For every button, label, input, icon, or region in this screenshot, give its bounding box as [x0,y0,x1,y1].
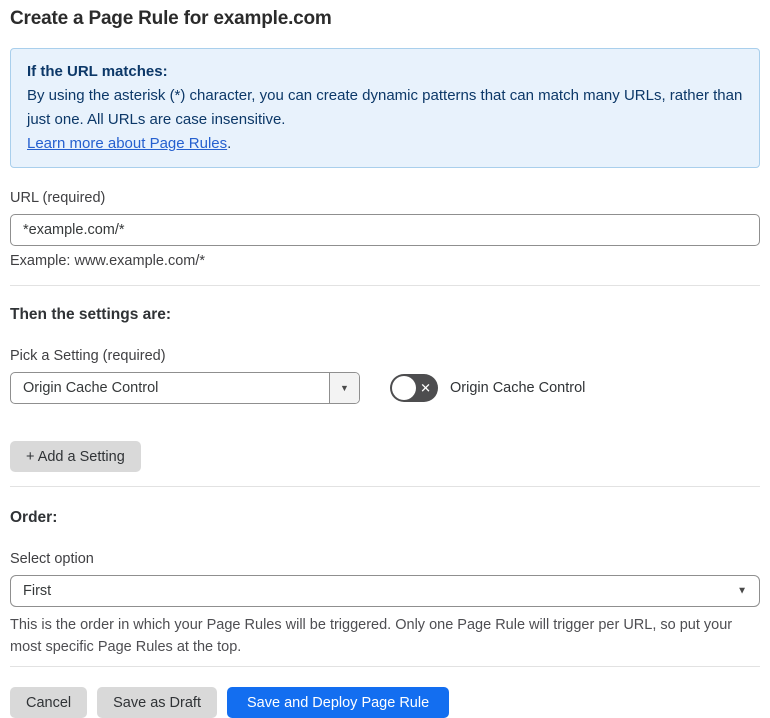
setting-select-arrow-button[interactable]: ▼ [329,373,359,403]
order-select-label: Select option [10,551,94,567]
order-select[interactable]: First ▼ [10,575,760,607]
setting-picker-label: Pick a Setting (required) [10,348,166,364]
cancel-button[interactable]: Cancel [10,687,88,718]
order-help-text: This is the order in which your Page Rul… [10,617,733,655]
settings-section-heading: Then the settings are: [10,306,172,323]
order-select-value: First [23,583,52,599]
toggle-off-x-icon: ✕ [420,380,431,396]
setting-select[interactable]: Origin Cache Control ▼ [10,372,360,404]
add-setting-wrap: + Add a Setting [10,441,760,472]
setting-row: Origin Cache Control ▼ ✕ Origin Cache Co… [10,372,760,404]
url-input[interactable] [10,214,760,246]
url-field-label: URL (required) [10,190,106,206]
chevron-down-icon: ▼ [340,383,349,393]
page-rule-form: Create a Page Rule for example.com If th… [0,0,770,718]
info-box-body: By using the asterisk (*) character, you… [27,87,743,128]
url-field-example: Example: www.example.com/* [10,253,206,269]
divider [10,666,760,667]
toggle-knob [392,376,416,400]
save-and-deploy-button[interactable]: Save and Deploy Page Rule [226,687,450,718]
page-title: Create a Page Rule for example.com [10,8,332,29]
info-box-heading: If the URL matches: [27,63,168,80]
divider [10,486,760,487]
info-box-link-line: Learn more about Page Rules. [27,132,743,156]
setting-toggle-label: Origin Cache Control [450,380,586,396]
footer-buttons: Cancel Save as Draft Save and Deploy Pag… [10,687,760,718]
chevron-down-icon: ▼ [737,585,747,597]
learn-more-link[interactable]: Learn more about Page Rules [27,135,227,152]
setting-select-value: Origin Cache Control [23,380,159,396]
url-match-info-box: If the URL matches: By using the asteris… [10,48,760,168]
add-setting-button[interactable]: + Add a Setting [10,441,141,472]
divider [10,285,760,286]
link-suffix: . [227,135,232,152]
save-as-draft-button[interactable]: Save as Draft [97,687,217,718]
setting-toggle[interactable]: ✕ [390,374,438,402]
order-section-heading: Order: [10,509,58,526]
